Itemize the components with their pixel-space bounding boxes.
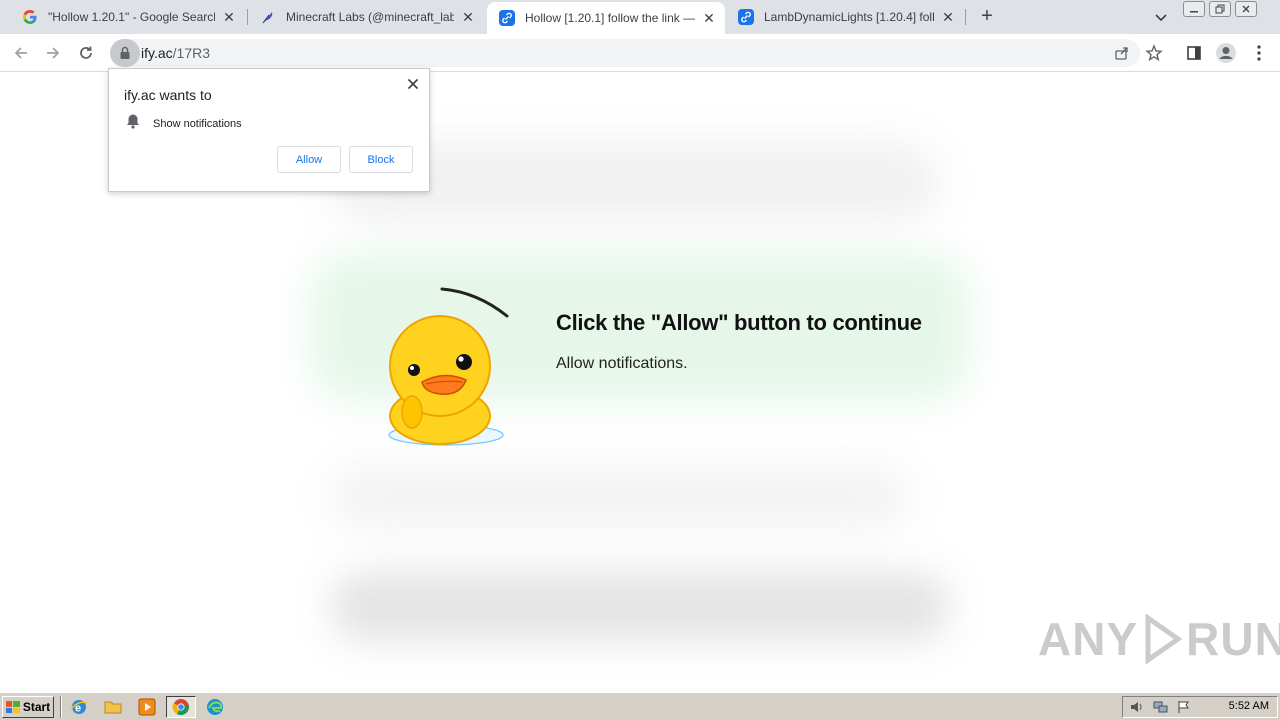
tab-close-icon[interactable]: ✕	[221, 9, 237, 25]
restore-icon[interactable]	[1209, 1, 1231, 17]
url-domain: ify.ac	[141, 45, 173, 61]
profile-avatar-icon[interactable]	[1215, 42, 1237, 64]
permission-row: Show notifications	[126, 113, 242, 134]
url-text[interactable]: ify.ac/17R3	[141, 45, 210, 61]
tab-title: Minecraft Labs (@minecraft_labs) - T	[286, 10, 454, 24]
play-icon	[1145, 614, 1183, 664]
anyrun-watermark: ANY RUN	[1038, 612, 1280, 666]
taskbar-divider	[60, 696, 62, 718]
tab-lambdynamiclights[interactable]: LambDynamicLights [1.20.4] follow th ✕	[726, 0, 964, 34]
allow-button[interactable]: Allow	[277, 146, 341, 173]
blurred-bg-block	[330, 572, 950, 642]
browser-toolbar: ify.ac/17R3	[0, 34, 1280, 72]
tab-minecraft-labs[interactable]: Minecraft Labs (@minecraft_labs) - T ✕	[248, 0, 484, 34]
address-bar[interactable]: ify.ac/17R3	[110, 39, 1140, 67]
tab-title: LambDynamicLights [1.20.4] follow th	[764, 10, 934, 24]
new-tab-button[interactable]: +	[976, 6, 998, 28]
tab-strip: "Hollow 1.20.1" - Google Search ✕ Minecr…	[0, 0, 1280, 34]
lock-icon[interactable]	[110, 39, 140, 67]
action-center-flag-icon[interactable]	[1177, 700, 1191, 719]
close-icon[interactable]	[404, 75, 422, 93]
chrome-icon	[172, 699, 189, 715]
ie-icon[interactable]: e	[68, 697, 90, 717]
start-button[interactable]: Start	[2, 696, 54, 718]
edge-icon[interactable]	[204, 697, 226, 717]
minimize-icon[interactable]	[1183, 1, 1205, 17]
page-headline: Click the "Allow" button to continue	[556, 310, 922, 335]
tab-close-icon[interactable]: ✕	[940, 9, 956, 25]
taskbar-clock[interactable]: 5:52 AM	[1229, 700, 1269, 712]
reload-icon[interactable]	[75, 42, 97, 64]
start-label: Start	[22, 700, 51, 714]
forward-arrow-icon[interactable]	[42, 42, 64, 64]
permission-title: ify.ac wants to	[124, 87, 212, 103]
window-controls	[1183, 1, 1257, 17]
watermark-left: ANY	[1038, 613, 1139, 665]
tab-close-icon[interactable]: ✕	[701, 10, 717, 26]
tab-google-search[interactable]: "Hollow 1.20.1" - Google Search ✕	[10, 0, 245, 34]
media-player-icon[interactable]	[136, 697, 158, 717]
bell-icon	[126, 113, 140, 134]
side-panel-icon[interactable]	[1183, 42, 1205, 64]
volume-icon[interactable]	[1129, 700, 1145, 719]
tab-search-chevron-icon[interactable]	[1152, 8, 1170, 26]
url-path: /17R3	[172, 45, 210, 61]
menu-kebab-icon[interactable]	[1248, 42, 1270, 64]
tab-hollow-active[interactable]: Hollow [1.20.1] follow the link — Link ✕	[487, 2, 725, 34]
bookmark-star-icon[interactable]	[1143, 42, 1165, 64]
link-icon	[738, 9, 754, 25]
page-subline: Allow notifications.	[556, 355, 688, 372]
windows-logo-icon	[5, 701, 20, 713]
permission-label: Show notifications	[153, 117, 242, 130]
chrome-taskbar-button[interactable]	[166, 696, 196, 718]
google-icon	[22, 9, 38, 25]
tab-close-icon[interactable]: ✕	[460, 9, 476, 25]
share-icon[interactable]	[1113, 44, 1131, 62]
link-icon	[499, 10, 515, 26]
notification-permission-popup: ify.ac wants to Show notifications Allow…	[108, 68, 430, 192]
tab-title: Hollow [1.20.1] follow the link — Link	[525, 11, 695, 25]
blurred-bg-block	[330, 462, 910, 532]
close-window-icon[interactable]	[1235, 1, 1257, 17]
file-explorer-icon[interactable]	[102, 697, 124, 717]
tab-divider	[965, 9, 966, 25]
windows-taskbar: Start e 5:52 AM	[0, 692, 1280, 720]
tab-title: "Hollow 1.20.1" - Google Search	[48, 10, 215, 24]
feather-icon	[260, 9, 276, 25]
block-button[interactable]: Block	[349, 146, 413, 173]
back-arrow-icon[interactable]	[10, 42, 32, 64]
watermark-right: RUN	[1186, 613, 1280, 665]
network-icon[interactable]	[1153, 700, 1169, 719]
system-tray: 5:52 AM	[1122, 696, 1278, 718]
duck-illustration	[382, 284, 512, 454]
